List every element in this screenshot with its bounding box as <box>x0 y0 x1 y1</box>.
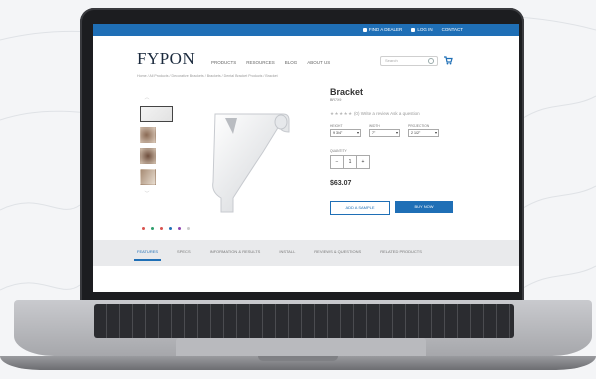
quantity-stepper: − 1 + <box>330 155 370 169</box>
top-utility-bar: FIND A DEALER LOG IN CONTACT <box>93 24 519 36</box>
quantity-label: QUANTITY <box>330 149 347 153</box>
select-label: HEIGHT <box>330 124 343 128</box>
tab-specs[interactable]: SPECS <box>177 249 191 254</box>
product-title: Bracket <box>330 87 364 97</box>
add-sample-button[interactable]: ADD A SAMPLE <box>330 201 390 215</box>
gallery-down-arrow-icon[interactable]: ﹀ <box>140 190 154 197</box>
color-swatch[interactable] <box>169 227 172 230</box>
thumbnail-1[interactable] <box>140 106 173 122</box>
quantity-input[interactable]: 1 <box>343 155 357 169</box>
color-swatch[interactable] <box>178 227 181 230</box>
color-swatch[interactable] <box>151 227 154 230</box>
search-placeholder: Search <box>385 58 398 63</box>
gallery-up-arrow-icon[interactable]: ︿ <box>140 94 154 101</box>
top-link-contact[interactable]: CONTACT <box>442 26 463 34</box>
buy-now-button[interactable]: BUY NOW <box>395 201 453 213</box>
height-dropdown[interactable]: 9 3/4" <box>330 129 361 137</box>
quantity-decrement-button[interactable]: − <box>330 155 344 169</box>
color-swatch[interactable] <box>160 227 163 230</box>
nav-resources[interactable]: RESOURCES <box>246 60 275 65</box>
quantity-increment-button[interactable]: + <box>356 155 370 169</box>
nav-blog[interactable]: BLOG <box>285 60 298 65</box>
site-header: FYPON PRODUCTS RESOURCES BLOG ABOUT US S… <box>93 36 519 68</box>
product-tabs-bar: FEATURES SPECS INFORMATION & RESULTS INS… <box>93 240 519 266</box>
color-swatch[interactable] <box>187 227 190 230</box>
tab-information-results[interactable]: INFORMATION & RESULTS <box>210 249 261 254</box>
laptop-keyboard <box>94 304 514 338</box>
breadcrumb[interactable]: Home / All Products / Decorative Bracket… <box>137 74 278 78</box>
select-projection: PROJECTION 2 1/2" <box>408 124 439 137</box>
location-icon <box>362 27 367 32</box>
user-icon <box>411 27 416 32</box>
cart-icon[interactable] <box>443 55 453 65</box>
product-price: $63.07 <box>330 180 352 187</box>
thumbnail-4[interactable] <box>140 169 156 185</box>
laptop-notch <box>258 356 338 361</box>
search-input[interactable]: Search <box>380 56 438 66</box>
rating-stars: ★★★★★ <box>330 111 353 116</box>
review-count: (0) <box>353 111 360 116</box>
nav-about-us[interactable]: ABOUT US <box>307 60 330 65</box>
thumbnail-2[interactable] <box>140 127 156 143</box>
rating-row: ★★★★★ (0) Write a review Ask a question <box>330 111 420 117</box>
review-links[interactable]: Write a review Ask a question <box>361 111 420 116</box>
select-width: WIDTH 7" <box>369 124 400 137</box>
thumbnail-gallery: ︿ ﹀ <box>140 94 173 197</box>
search-icon[interactable] <box>428 58 434 64</box>
select-label: WIDTH <box>369 124 380 128</box>
width-dropdown[interactable]: 7" <box>369 129 400 137</box>
tab-reviews-questions[interactable]: REVIEWS & QUESTIONS <box>314 249 361 254</box>
main-nav: PRODUCTS RESOURCES BLOG ABOUT US <box>211 60 330 65</box>
site-logo[interactable]: FYPON <box>137 49 195 69</box>
tab-install[interactable]: INSTALL <box>279 249 295 254</box>
nav-products[interactable]: PRODUCTS <box>211 60 236 65</box>
projection-dropdown[interactable]: 2 1/2" <box>408 129 439 137</box>
product-main-image <box>212 113 290 213</box>
color-swatch[interactable] <box>142 227 145 230</box>
tab-features[interactable]: FEATURES <box>133 249 162 261</box>
select-label: PROJECTION <box>408 124 430 128</box>
top-link-find-dealer[interactable]: FIND A DEALER <box>362 26 402 34</box>
select-height: HEIGHT 9 3/4" <box>330 124 361 137</box>
thumbnail-3[interactable] <box>140 148 156 164</box>
laptop-screen: FIND A DEALER LOG IN CONTACT FYPON PRODU… <box>93 24 519 292</box>
color-swatch-row <box>142 227 190 230</box>
product-sku: BR7X9 <box>330 98 342 102</box>
option-selectors: HEIGHT 9 3/4" WIDTH 7" PROJECTION 2 1/2" <box>330 124 439 137</box>
tab-related-products[interactable]: RELATED PRODUCTS <box>380 249 422 254</box>
top-link-login[interactable]: LOG IN <box>411 26 433 34</box>
